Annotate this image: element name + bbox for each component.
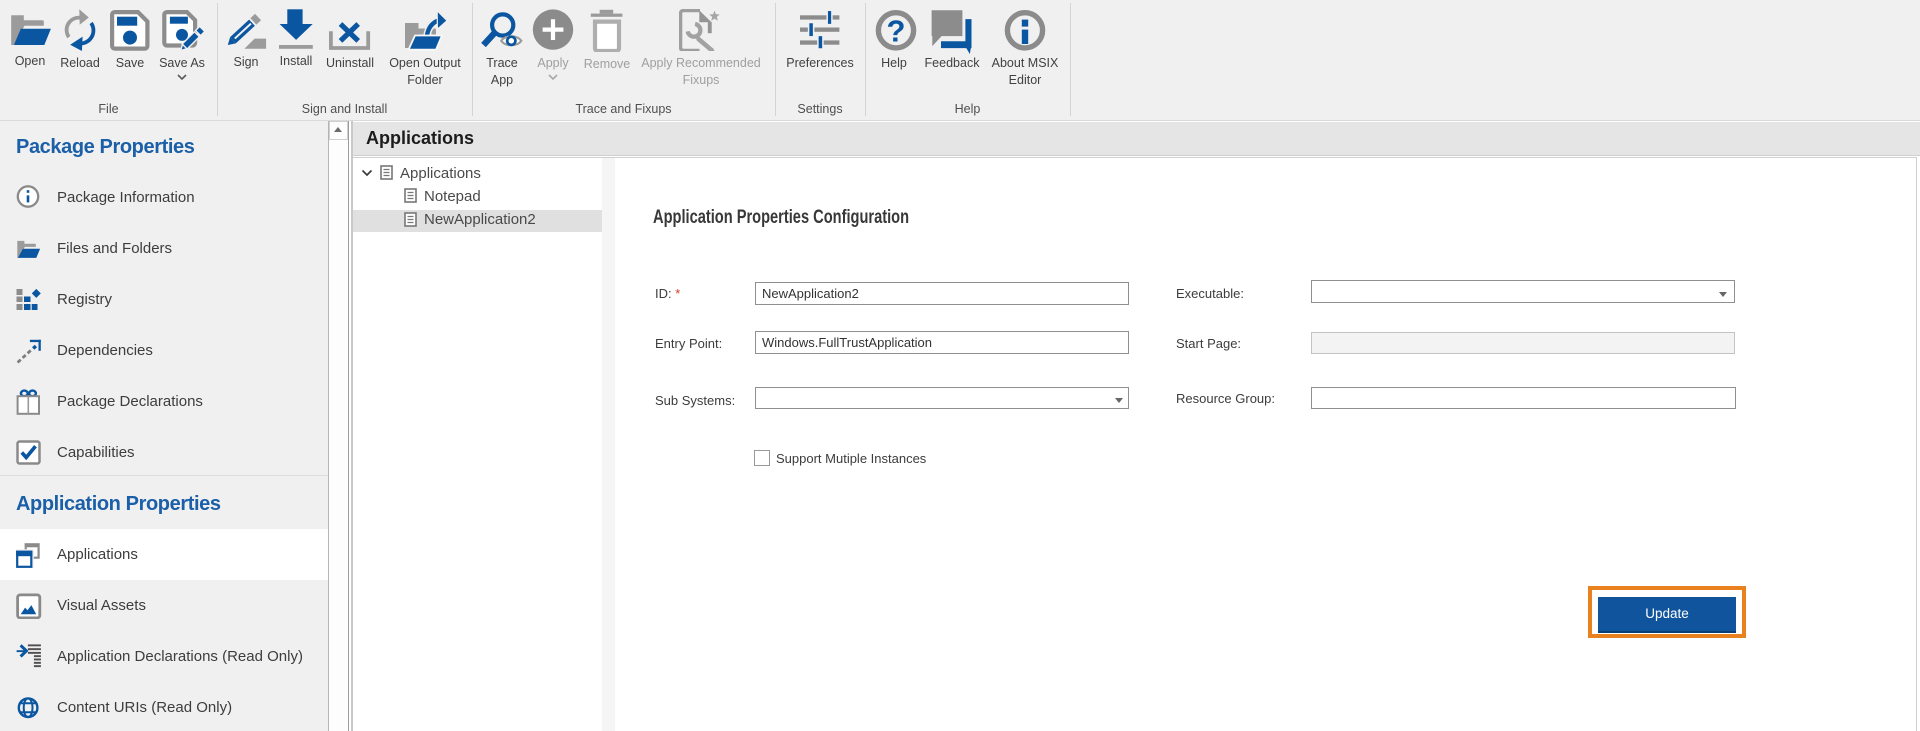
svg-text:?: ? <box>887 14 906 49</box>
